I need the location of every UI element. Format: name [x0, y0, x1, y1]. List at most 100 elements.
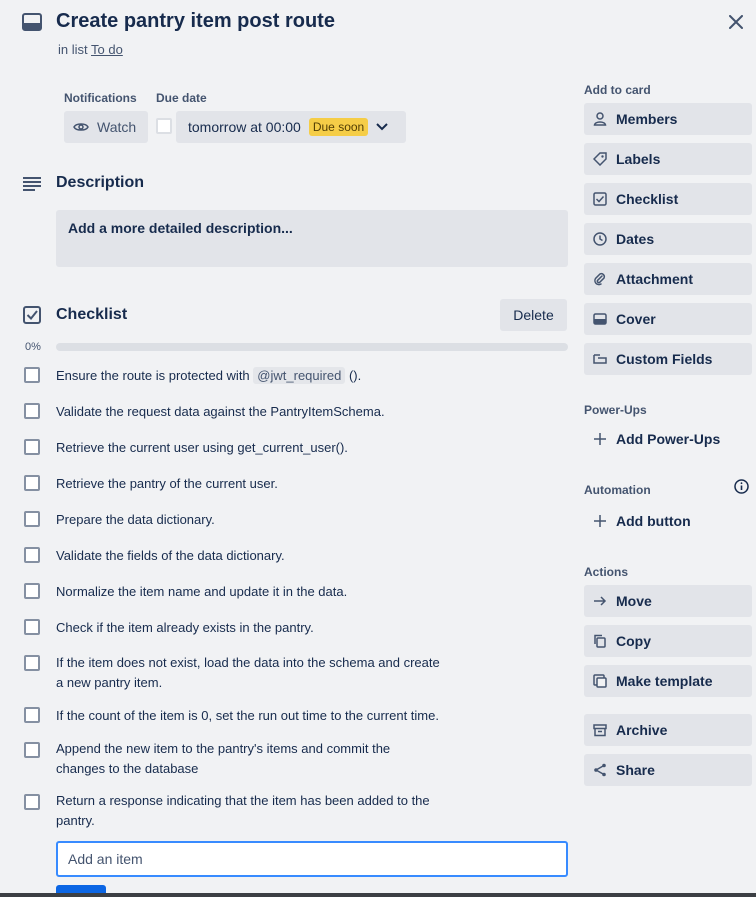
item-text-line: Return a response indicating that the it…	[56, 793, 430, 808]
description-title: Description	[56, 174, 145, 191]
checklist-item[interactable]: Prepare the data dictionary.	[24, 510, 494, 530]
checklist-item[interactable]: Ensure the route is protected with @jwt_…	[24, 366, 494, 386]
person-icon	[593, 112, 607, 126]
template-icon	[593, 674, 607, 688]
cover-label: Cover	[616, 311, 656, 327]
attachment-button[interactable]: Attachment	[584, 263, 752, 295]
item-text[interactable]: Retrieve the current user using get_curr…	[56, 438, 348, 458]
add-button-button[interactable]: Add button	[584, 505, 752, 537]
item-text[interactable]: Append the new item to the pantry's item…	[56, 739, 390, 779]
powerups-label: Power-Ups	[584, 403, 647, 417]
make-template-button[interactable]: Make template	[584, 665, 752, 697]
checklist-item[interactable]: If the count of the item is 0, set the r…	[24, 706, 494, 726]
item-checkbox[interactable]	[24, 547, 40, 563]
cover-icon	[593, 313, 607, 325]
copy-button[interactable]: Copy	[584, 625, 752, 657]
item-text-line: changes to the database	[56, 761, 199, 776]
item-checkbox[interactable]	[24, 583, 40, 599]
checklist-progress-bar	[56, 343, 568, 351]
plus-icon	[594, 433, 606, 445]
checklist-label: Checklist	[616, 191, 679, 207]
share-button[interactable]: Share	[584, 754, 752, 786]
actions-label: Actions	[584, 565, 629, 579]
cover-button[interactable]: Cover	[584, 303, 752, 335]
item-checkbox[interactable]	[24, 403, 40, 419]
card-icon	[22, 13, 42, 31]
archive-button[interactable]: Archive	[584, 714, 752, 746]
checklist-item[interactable]: Normalize the item name and update it in…	[24, 582, 494, 602]
bottom-bar	[0, 893, 756, 897]
item-text[interactable]: Validate the fields of the data dictiona…	[56, 546, 285, 566]
checklist-button[interactable]: Checklist	[584, 183, 752, 215]
archive-label: Archive	[616, 722, 668, 738]
close-icon	[729, 15, 743, 29]
item-text[interactable]: Retrieve the pantry of the current user.	[56, 474, 278, 494]
item-checkbox[interactable]	[24, 742, 40, 758]
checklist-item[interactable]: Validate the fields of the data dictiona…	[24, 546, 494, 566]
item-checkbox[interactable]	[24, 439, 40, 455]
item-text[interactable]: Return a response indicating that the it…	[56, 791, 430, 831]
checklist-item[interactable]: Retrieve the pantry of the current user.	[24, 474, 494, 494]
item-text-line: If the item does not exist, load the dat…	[56, 655, 440, 670]
checklist-title[interactable]: Checklist	[56, 306, 127, 324]
item-text[interactable]: Normalize the item name and update it in…	[56, 582, 347, 602]
item-checkbox[interactable]	[24, 367, 40, 383]
custom-fields-button[interactable]: Custom Fields	[584, 343, 752, 375]
checklist-item[interactable]: Validate the request data against the Pa…	[24, 402, 494, 422]
item-checkbox[interactable]	[24, 794, 40, 810]
inline-code: @jwt_required	[253, 367, 346, 384]
members-button[interactable]: Members	[584, 103, 752, 135]
description-editor[interactable]: Add a more detailed description...	[56, 210, 568, 267]
add-to-card-label: Add to card	[584, 83, 651, 97]
checklist-item[interactable]: Append the new item to the pantry's item…	[24, 739, 494, 779]
due-date-button[interactable]: tomorrow at 00:00 Due soon	[176, 111, 406, 143]
item-text[interactable]: Ensure the route is protected with @jwt_…	[56, 366, 361, 386]
checklist-icon	[23, 306, 41, 324]
checklist-progress-label: 0%	[25, 341, 41, 353]
dates-label: Dates	[616, 231, 655, 247]
custom-fields-label: Custom Fields	[616, 351, 713, 367]
item-text[interactable]: If the count of the item is 0, set the r…	[56, 706, 439, 726]
add-item-input[interactable]	[56, 841, 568, 877]
attachment-label: Attachment	[616, 271, 694, 287]
item-text-part: ().	[348, 368, 362, 383]
item-text[interactable]: Validate the request data against the Pa…	[56, 402, 385, 422]
labels-label: Labels	[616, 151, 661, 167]
eye-icon	[73, 123, 89, 131]
checklist-item[interactable]: Check if the item already exists in the …	[24, 618, 494, 638]
move-button[interactable]: Move	[584, 585, 752, 617]
add-button-label: Add button	[616, 513, 691, 529]
notifications-label: Notifications	[64, 91, 137, 105]
checklist-icon	[593, 192, 607, 206]
item-checkbox[interactable]	[24, 619, 40, 635]
item-text[interactable]: If the item does not exist, load the dat…	[56, 653, 440, 693]
info-icon[interactable]	[734, 479, 749, 494]
checklist-item[interactable]: If the item does not exist, load the dat…	[24, 653, 494, 693]
members-label: Members	[616, 111, 678, 127]
item-checkbox[interactable]	[24, 511, 40, 527]
due-complete-checkbox[interactable]	[156, 118, 172, 134]
item-text[interactable]: Prepare the data dictionary.	[56, 510, 215, 530]
make-template-label: Make template	[616, 673, 713, 689]
due-soon-badge: Due soon	[308, 118, 369, 136]
copy-icon	[594, 634, 606, 648]
close-button[interactable]	[722, 8, 750, 36]
chevron-down-icon	[376, 123, 388, 131]
list-breadcrumb: in list To do	[58, 42, 123, 57]
add-powerups-button[interactable]: Add Power-Ups	[584, 423, 752, 455]
checklist-item[interactable]: Retrieve the current user using get_curr…	[24, 438, 494, 458]
watch-button[interactable]: Watch	[64, 111, 148, 143]
checklist-item[interactable]: Return a response indicating that the it…	[24, 791, 494, 831]
card-title[interactable]: Create pantry item post route	[56, 10, 335, 33]
item-checkbox[interactable]	[24, 475, 40, 491]
list-link[interactable]: To do	[91, 42, 123, 57]
labels-button[interactable]: Labels	[584, 143, 752, 175]
custom-fields-icon	[593, 354, 607, 364]
item-checkbox[interactable]	[24, 655, 40, 671]
dates-button[interactable]: Dates	[584, 223, 752, 255]
item-text[interactable]: Check if the item already exists in the …	[56, 618, 314, 638]
delete-checklist-button[interactable]: Delete	[500, 299, 567, 331]
due-date-label: Due date	[156, 91, 207, 105]
item-checkbox[interactable]	[24, 707, 40, 723]
copy-label: Copy	[616, 633, 651, 649]
